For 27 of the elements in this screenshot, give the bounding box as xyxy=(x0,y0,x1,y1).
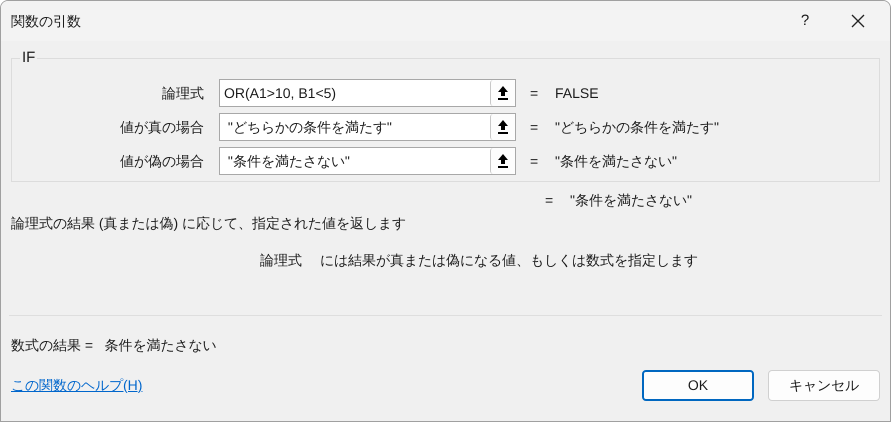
collapse-arrow-icon xyxy=(497,153,509,169)
window-title: 関数の引数 xyxy=(11,12,81,30)
argument-label: 論理式 xyxy=(161,84,205,102)
collapse-arrow-icon xyxy=(497,119,509,135)
argument-field[interactable]: OR(A1>10, B1<5) xyxy=(219,79,516,107)
argument-result: FALSE xyxy=(555,84,599,102)
argument-field[interactable]: "どちらかの条件を満たす" xyxy=(219,113,516,141)
collapse-arrow-icon xyxy=(497,85,509,101)
argument-label: 値が真の場合 xyxy=(119,118,205,136)
function-description: 論理式の結果 (真または偽) に応じて、指定された値を返します xyxy=(10,214,408,232)
argument-result: "条件を満たさない" xyxy=(555,152,677,170)
argument-field[interactable]: "条件を満たさない" xyxy=(219,147,516,175)
dialog-button[interactable]: キャンセル xyxy=(768,370,880,401)
equals-sign: = xyxy=(530,118,540,136)
help-link[interactable]: この関数のヘルプ(H) xyxy=(11,375,142,396)
argument-name: 論理式 xyxy=(260,251,302,268)
help-button[interactable]: ? xyxy=(782,5,828,37)
dialog-button[interactable]: OK xyxy=(642,370,754,401)
argument-description: には結果が真または偽になる値、もしくは数式を指定します xyxy=(320,251,698,268)
equals-sign: = xyxy=(545,190,554,210)
argument-label: 値が偽の場合 xyxy=(119,152,205,170)
formula-result: 数式の結果 = 条件を満たさない xyxy=(10,336,218,354)
equals-sign: = xyxy=(530,84,540,102)
argument-result: "どちらかの条件を満たす" xyxy=(555,118,719,136)
equals-sign: = xyxy=(530,152,540,170)
function-result: "条件を満たさない" xyxy=(570,190,692,210)
close-icon xyxy=(851,14,865,28)
